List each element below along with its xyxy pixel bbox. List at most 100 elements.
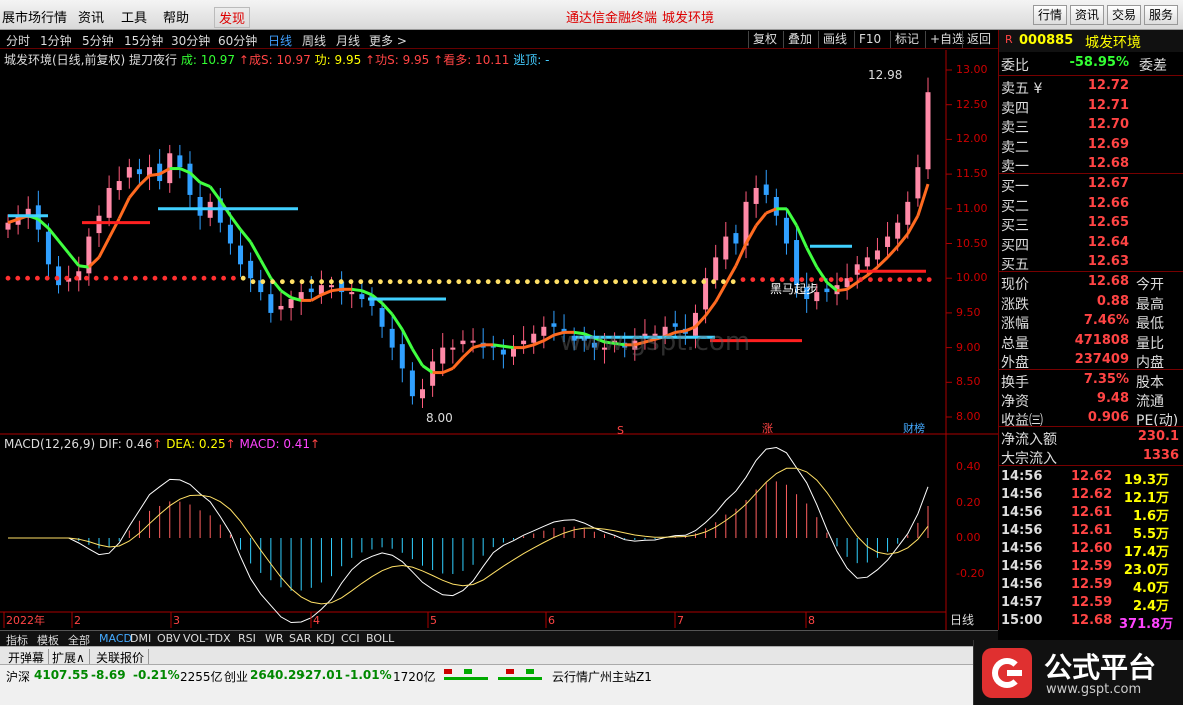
btn-fuquan[interactable]: 复权 [748,31,781,48]
value-gong: 功: 9.95 [314,53,362,67]
tab-tf-monthly[interactable]: 月线 [336,32,360,49]
candle-body [713,257,719,281]
tab-indicator-12[interactable]: BOLL [366,632,394,645]
indicator-tabs: 指标 模板 全部 MACD DMI OBV VOL-TDX RSI WR SAR KDJ CCI BOL… [0,630,998,647]
menu-discover[interactable]: 发现 [214,7,251,28]
tab-tf-more[interactable]: 更多 > [369,32,407,49]
stats-row[interactable]: 外盘 237409 内盘 [999,351,1183,371]
stats2-row[interactable]: 净资 9.48 流通 [999,390,1183,410]
price-tick: 11.50 [956,167,988,181]
asks-row[interactable]: 卖三 12.70 [999,116,1183,136]
tick-row[interactable]: 15:00 12.68 371.8万 [999,613,1183,632]
date-label: 4 [313,614,320,627]
value-cheng: 成: 10.97 [180,53,236,67]
base-dot [191,275,197,281]
tick-row[interactable]: 14:56 12.59 23.0万 [999,559,1183,578]
tick-row[interactable]: 14:56 12.62 19.3万 [999,469,1183,488]
tab-tf-weekly[interactable]: 周线 [302,32,326,49]
base-dot [632,279,638,285]
tick-row[interactable]: 14:56 12.60 17.4万 [999,541,1183,560]
asks-row[interactable]: 卖一 12.68 [999,155,1183,175]
tab-tf-15min[interactable]: 15分钟 [124,32,163,49]
flows-row[interactable]: 净流入额 230.1 [999,428,1183,448]
base-dot [221,275,227,281]
base-dot [642,279,648,285]
stats-row[interactable]: 涨跌 0.88 最高 [999,293,1183,313]
menu-help[interactable]: 帮助 [163,7,189,26]
row-label: 卖三 [1001,120,1029,136]
tab-indicator-10[interactable]: KDJ [316,632,335,645]
bids-row[interactable]: 买三 12.65 [999,214,1183,234]
timeframe-bar: 分时 1分钟 5分钟 15分钟 30分钟 60分钟 日线 周线 月线 更多 > … [0,30,998,49]
candle-body [379,308,385,327]
price-axis: 13.00 12.50 12.00 11.50 11.00 10.50 10.00 9.50 9… [946,50,998,630]
base-dot [583,279,589,285]
indicator-name: 提刀夜行 [129,53,178,67]
stats2-row[interactable]: 换手 7.35% 股本 [999,371,1183,391]
ma-segment [493,343,504,348]
tab-indicator-9[interactable]: SAR [289,632,311,645]
base-dot [838,277,844,282]
btn-service[interactable]: 服务 [1144,5,1179,25]
row-label2: PE(动) [1136,413,1179,429]
tick-row[interactable]: 14:56 12.61 5.5万 [999,523,1183,542]
btn-diejia[interactable]: 叠加 [783,31,816,48]
tab-tf-1min[interactable]: 1分钟 [40,32,72,49]
tab-tf-30min[interactable]: 30分钟 [171,32,210,49]
tab-indicator-7[interactable]: RSI [238,632,256,645]
btn-news[interactable]: 资讯 [1070,5,1105,25]
candle-body [521,340,527,345]
tick-row[interactable]: 14:57 12.59 2.4万 [999,595,1183,614]
menu-market[interactable]: 展市场行情 [2,7,67,26]
macd-tick: 0.20 [956,496,981,509]
bids-row[interactable]: 买一 12.67 [999,175,1183,195]
flows-row[interactable]: 大宗流入 1336 [999,447,1183,467]
tick-row[interactable]: 14:56 12.59 4.0万 [999,577,1183,596]
btn-back[interactable]: 返回 [962,31,995,48]
tab-indicator-6[interactable]: VOL-TDX [183,632,231,645]
row-label: 卖二 [1001,139,1029,156]
tab-tf-5min[interactable]: 5分钟 [82,32,114,49]
menu-news[interactable]: 资讯 [78,7,104,26]
tab-tf-60min[interactable]: 60分钟 [218,32,257,49]
tick-row[interactable]: 14:56 12.61 1.6万 [999,505,1183,524]
cy-change: -27.01 [300,668,343,682]
asks-row[interactable]: 卖二 12.69 [999,136,1183,156]
btn-quote[interactable]: 行情 [1033,5,1068,25]
stats-row[interactable]: 涨幅 7.46% 最低 [999,312,1183,332]
stats-row[interactable]: 现价 12.68 今开 [999,273,1183,293]
kline-chart[interactable]: www.gspt.com 12.98 8.00 黑马起步 S 涨 财榜 日线 2… [0,50,998,630]
bids-row[interactable]: 买二 12.66 [999,195,1183,215]
base-dot [407,279,413,285]
candle-body [409,370,415,397]
tab-indicator-3[interactable]: MACD [99,632,132,645]
candle-body [349,292,355,295]
btn-f10[interactable]: F10 [854,31,885,48]
stats-row[interactable]: 总量 471808 量比 [999,332,1183,352]
asks-row[interactable]: 卖四 12.71 [999,97,1183,117]
tab-indicator-5[interactable]: OBV [157,632,180,645]
asks-row[interactable]: 卖五 ¥ 12.72 [999,77,1183,97]
btn-trade[interactable]: 交易 [1107,5,1142,25]
candle-body [794,240,800,286]
btn-biaoji[interactable]: 标记 [890,31,923,48]
menu-tools[interactable]: 工具 [121,7,147,26]
bids-row[interactable]: 买五 12.63 [999,253,1183,273]
value-taoding: 逃顶: - [513,53,550,67]
row-value: 12.72 [1087,78,1129,93]
btn-huaxian[interactable]: 画线 [818,31,851,48]
candle-body [268,294,274,313]
base-dot [485,279,491,285]
base-dot [525,279,530,285]
tab-tf-fenshi[interactable]: 分时 [6,32,30,49]
tick-row[interactable]: 14:56 12.62 12.1万 [999,487,1183,506]
base-dot [564,279,569,285]
tab-tf-daily[interactable]: 日线 [268,32,292,49]
tab-indicator-4[interactable]: DMI [130,632,151,645]
panel-header: R 000885 城发环境 [999,30,1183,52]
tab-indicator-11[interactable]: CCI [341,632,360,645]
row-value: 12.66 [1087,195,1129,211]
bids-row[interactable]: 买四 12.64 [999,234,1183,254]
base-dot [436,279,442,285]
tab-indicator-8[interactable]: WR [265,632,284,645]
